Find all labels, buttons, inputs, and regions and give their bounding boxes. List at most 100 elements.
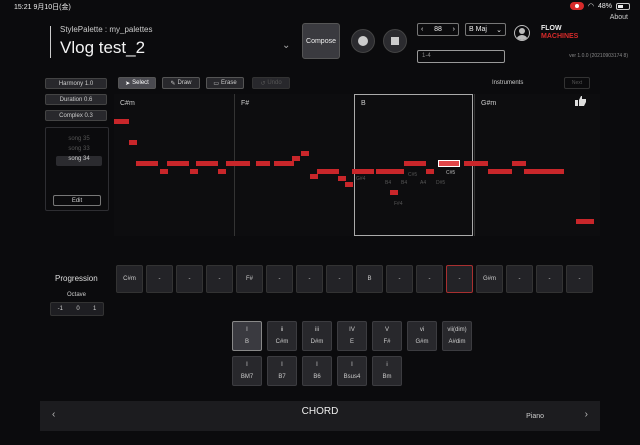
- pr-section: G#m: [474, 94, 600, 236]
- selected-note[interactable]: [438, 160, 460, 167]
- note[interactable]: [317, 169, 339, 174]
- note[interactable]: [352, 169, 374, 174]
- note[interactable]: [114, 119, 129, 124]
- range-input[interactable]: 1-4: [417, 50, 505, 63]
- edit-button[interactable]: Edit: [53, 195, 101, 206]
- next-button[interactable]: Next: [564, 77, 590, 89]
- progression-cell[interactable]: C#m: [116, 265, 143, 293]
- draw-button[interactable]: ✎ Draw: [162, 77, 200, 89]
- progression-cell[interactable]: G#m: [476, 265, 503, 293]
- note[interactable]: [376, 169, 404, 174]
- note[interactable]: [196, 161, 218, 166]
- note[interactable]: [129, 140, 137, 145]
- chord-button[interactable]: vii(dim) A#dim: [442, 321, 472, 351]
- status-bar: 15:21 9月10日(金) ◠ 48%: [0, 0, 640, 12]
- thumbs-up-icon[interactable]: [575, 96, 587, 106]
- stop-button[interactable]: [383, 29, 407, 53]
- progression-cell[interactable]: -: [326, 265, 353, 293]
- eraser-icon: ▭: [213, 80, 219, 87]
- octave-option[interactable]: 0: [76, 306, 79, 312]
- complex-param[interactable]: Complex 0.3: [45, 110, 107, 121]
- duration-param[interactable]: Duration 0.6: [45, 94, 107, 105]
- list-item[interactable]: song 34: [56, 156, 102, 166]
- chord-button[interactable]: IV E: [337, 321, 367, 351]
- compose-button[interactable]: Compose: [302, 23, 340, 59]
- note[interactable]: [512, 161, 526, 166]
- chord-button[interactable]: vi G#m: [407, 321, 437, 351]
- note[interactable]: [426, 169, 434, 174]
- progression-cell[interactable]: -: [266, 265, 293, 293]
- note[interactable]: [576, 219, 594, 224]
- version-label: ver 1.0.0 (20210903174 8): [569, 53, 628, 59]
- about-link[interactable]: About: [610, 14, 628, 21]
- chord-button[interactable]: I Bsus4: [337, 356, 367, 386]
- note[interactable]: [190, 169, 198, 174]
- note[interactable]: [292, 156, 300, 161]
- chevron-down-icon[interactable]: ⌄: [282, 40, 290, 51]
- progression-cell[interactable]: -: [176, 265, 203, 293]
- note[interactable]: [464, 161, 488, 166]
- note[interactable]: [160, 169, 168, 174]
- key-select[interactable]: B Maj ⌄: [465, 23, 506, 36]
- chevron-right-icon[interactable]: ›: [585, 409, 588, 420]
- avatar[interactable]: [514, 25, 530, 41]
- note[interactable]: [226, 161, 250, 166]
- chord-button[interactable]: I BM7: [232, 356, 262, 386]
- progression-cell[interactable]: -: [386, 265, 413, 293]
- chord-button[interactable]: IB: [232, 321, 262, 351]
- note[interactable]: [488, 169, 512, 174]
- chord-button[interactable]: ii C#m: [267, 321, 297, 351]
- note[interactable]: [167, 161, 189, 166]
- harmony-param[interactable]: Harmony 1.0: [45, 78, 107, 89]
- progression-cell[interactable]: -: [296, 265, 323, 293]
- octave-option[interactable]: -1: [58, 306, 63, 312]
- wifi-icon: ◠: [587, 3, 594, 10]
- progression-cell[interactable]: -: [416, 265, 443, 293]
- note[interactable]: [274, 161, 294, 166]
- note[interactable]: [136, 161, 158, 166]
- progression-cell[interactable]: -: [536, 265, 563, 293]
- progression-label: Progression: [55, 274, 98, 283]
- note[interactable]: [310, 174, 318, 179]
- octave-option[interactable]: 1: [93, 306, 96, 312]
- progression-cell[interactable]: -: [146, 265, 173, 293]
- undo-icon: ↺: [260, 80, 266, 87]
- list-item[interactable]: song 33: [56, 146, 102, 156]
- chord-button[interactable]: I B7: [267, 356, 297, 386]
- select-button[interactable]: ➤ Select: [118, 77, 156, 89]
- erase-button[interactable]: ▭ Erase: [206, 77, 244, 89]
- progression-cell[interactable]: -: [206, 265, 233, 293]
- progression-cell[interactable]: B: [356, 265, 383, 293]
- progression-cell-current[interactable]: -: [446, 265, 473, 293]
- tempo-stepper[interactable]: ‹ 88 ›: [417, 23, 459, 36]
- progression-cell[interactable]: F#: [236, 265, 263, 293]
- instrument-label[interactable]: Piano: [526, 413, 544, 420]
- progression-cell[interactable]: -: [506, 265, 533, 293]
- octave-selector[interactable]: -1 0 1: [50, 302, 104, 316]
- instruments-label: Instruments: [492, 80, 524, 86]
- note[interactable]: [256, 161, 270, 166]
- piano-roll[interactable]: C#m F# B G#m C#5 G#4 B4 B4 A4 D#5 F#4 C#…: [114, 94, 600, 236]
- note[interactable]: [301, 151, 309, 156]
- note[interactable]: [338, 176, 346, 181]
- note[interactable]: [218, 169, 226, 174]
- tempo-decrease-icon[interactable]: ‹: [421, 26, 423, 33]
- chord-button[interactable]: i Bm: [372, 356, 402, 386]
- ghost-note-label: G#4: [356, 176, 366, 182]
- play-button[interactable]: [351, 29, 375, 53]
- progression-cell[interactable]: -: [566, 265, 593, 293]
- note[interactable]: [345, 182, 353, 187]
- chord-button[interactable]: V F#: [372, 321, 402, 351]
- chord-button[interactable]: iii D#m: [302, 321, 332, 351]
- chord-button[interactable]: I B6: [302, 356, 332, 386]
- status-time: 15:21 9月10日(金): [14, 4, 71, 11]
- note[interactable]: [524, 169, 564, 174]
- tempo-increase-icon[interactable]: ›: [453, 26, 455, 33]
- battery-percent: 48%: [597, 2, 612, 10]
- list-item[interactable]: song 35: [56, 136, 102, 146]
- note[interactable]: [390, 190, 398, 195]
- note[interactable]: [404, 161, 426, 166]
- undo-button[interactable]: ↺ Undo: [252, 77, 290, 89]
- ghost-note-label: B4: [385, 180, 392, 186]
- song-title[interactable]: Vlog test_2: [60, 38, 145, 58]
